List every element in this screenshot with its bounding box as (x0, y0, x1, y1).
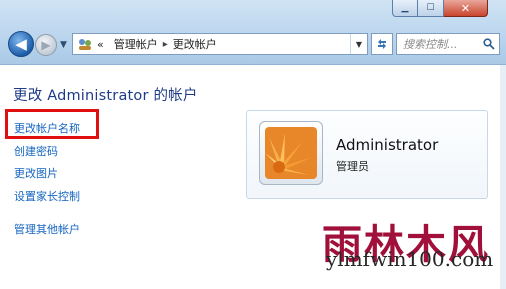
flower-icon (265, 127, 317, 179)
address-bar[interactable]: « 管理帐户 ▸ 更改帐户 ▼ (72, 33, 368, 55)
parental-controls-link[interactable]: 设置家长控制 (14, 188, 80, 204)
change-picture-link[interactable]: 更改图片 (14, 165, 58, 181)
watermark-url: ylmfwin100.com (326, 247, 494, 271)
breadcrumb-separator[interactable]: ▸ (163, 39, 168, 50)
breadcrumb-item-change-account[interactable]: 更改帐户 (173, 36, 217, 52)
user-role: 管理员 (336, 160, 369, 173)
navigation-bar: ◀ ▶ ▼ « 管理帐户 ▸ 更改帐户 ▼ 搜索控制... (4, 30, 504, 60)
forward-arrow-icon[interactable]: ▶ (35, 34, 57, 56)
breadcrumb-overflow[interactable]: « (97, 38, 104, 51)
search-placeholder: 搜索控制... (403, 38, 458, 51)
close-icon[interactable]: ✕ (444, 0, 488, 17)
maximize-icon[interactable]: ☐ (418, 0, 444, 17)
page-title: 更改 Administrator 的帐户 (13, 88, 198, 104)
search-input[interactable]: 搜索控制... (396, 33, 500, 55)
window-titlebar: ▁ ☐ ✕ ◀ ▶ ▼ « 管理帐户 ▸ 更改帐户 ▼ 搜索控制... (0, 0, 506, 65)
main-content: 更改 Administrator 的帐户 更改帐户名称 创建密码 更改图片 设置… (0, 65, 506, 289)
search-icon[interactable] (483, 38, 495, 50)
user-card: Administrator 管理员 (246, 110, 488, 199)
create-password-link[interactable]: 创建密码 (14, 143, 58, 159)
manage-other-accounts-link[interactable]: 管理其他帐户 (14, 221, 80, 237)
change-name-link[interactable]: 更改帐户名称 (14, 120, 80, 136)
user-name: Administrator (336, 136, 439, 154)
minimize-icon[interactable]: ▁ (392, 0, 418, 17)
scrollbar[interactable] (500, 65, 506, 289)
control-panel-icon (79, 39, 91, 50)
refresh-icon[interactable] (371, 33, 393, 55)
history-dropdown-icon[interactable]: ▼ (60, 40, 67, 50)
back-arrow-icon[interactable]: ◀ (8, 31, 34, 57)
avatar (259, 121, 323, 185)
address-dropdown-icon[interactable]: ▼ (350, 34, 367, 54)
window-controls: ▁ ☐ ✕ (392, 0, 488, 18)
breadcrumb-item-manage-accounts[interactable]: 管理帐户 (114, 36, 158, 52)
